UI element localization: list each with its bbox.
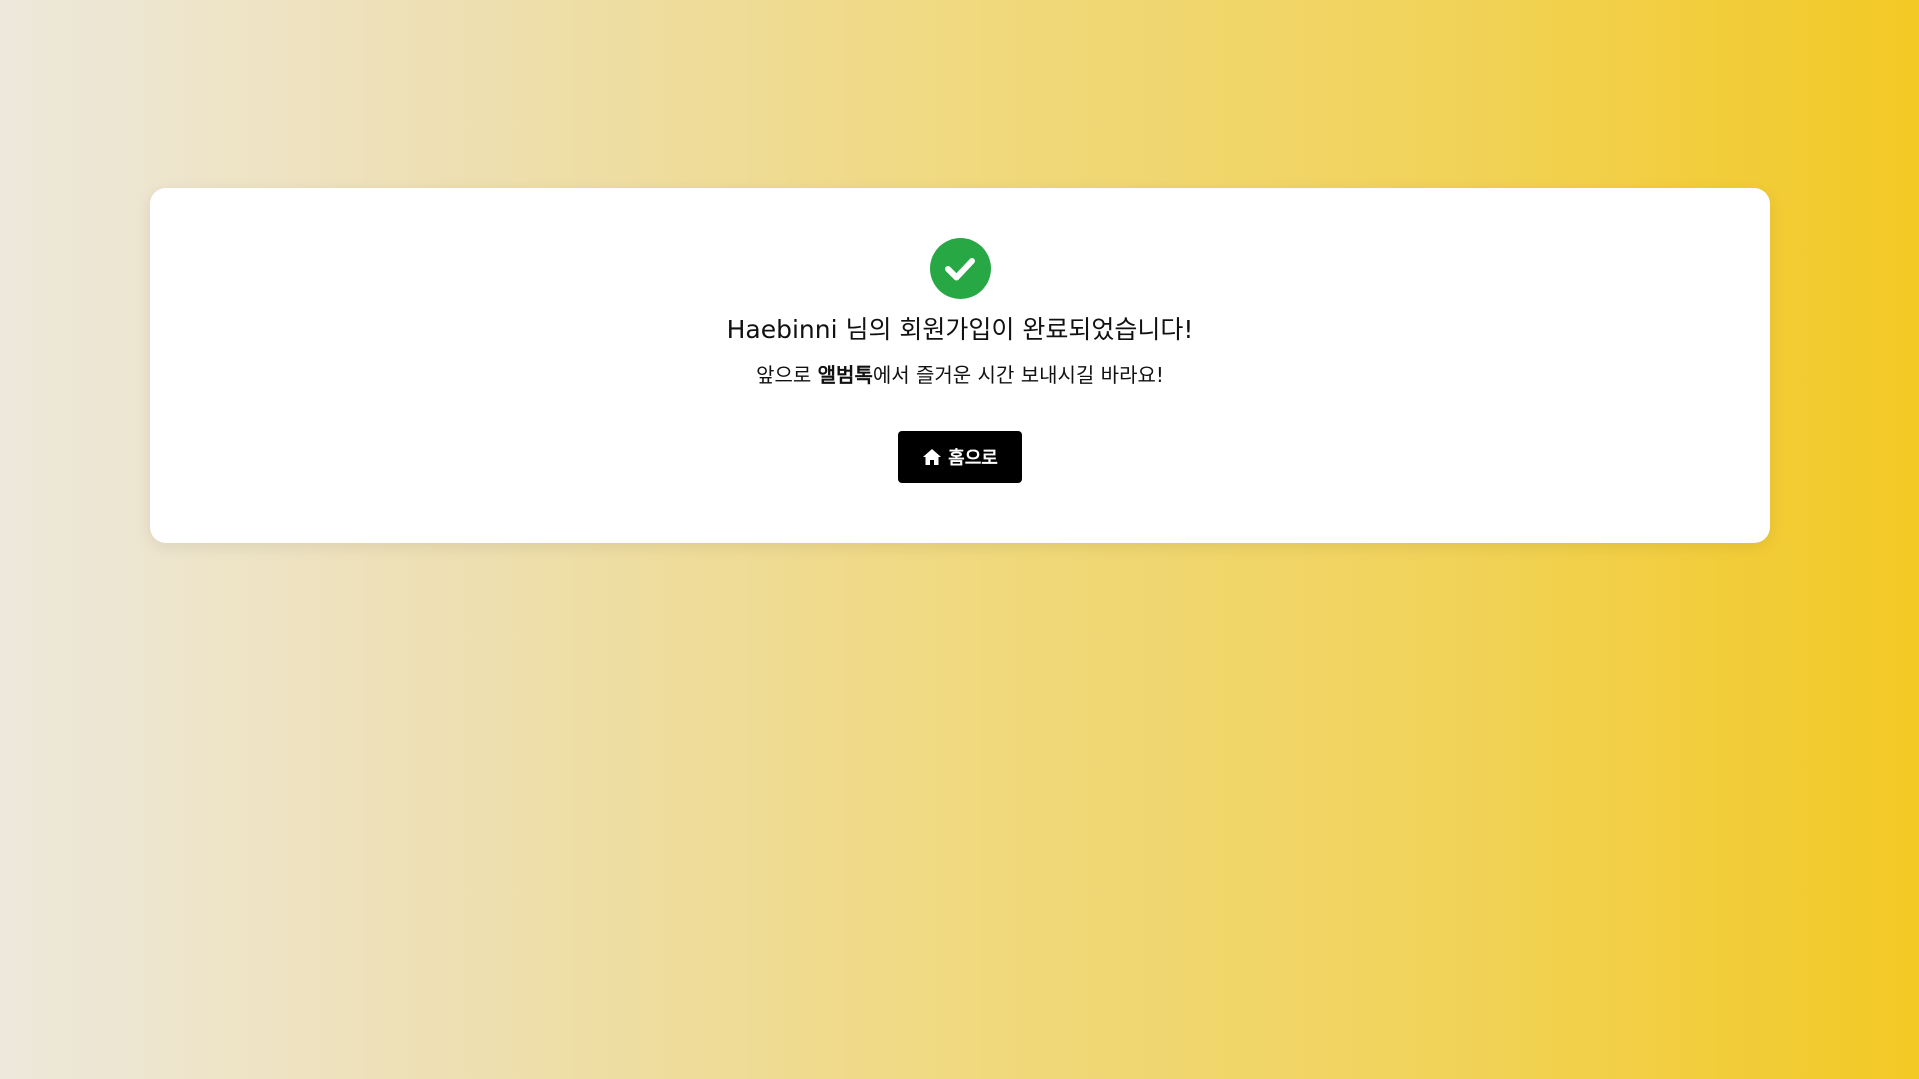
home-icon xyxy=(922,448,942,466)
welcome-message: 앞으로 앨범톡에서 즐거운 시간 보내시길 바라요! xyxy=(756,361,1164,389)
signup-complete-title: Haebinni 님의 회원가입이 완료되었습니다! xyxy=(726,315,1194,344)
signup-complete-card: Haebinni 님의 회원가입이 완료되었습니다! 앞으로 앨범톡에서 즐거운… xyxy=(150,188,1770,543)
check-circle-icon xyxy=(929,238,991,299)
home-button-label: 홈으로 xyxy=(948,448,998,469)
home-button[interactable]: 홈으로 xyxy=(898,431,1022,483)
welcome-message-suffix: 에서 즐거운 시간 보내시길 바라요! xyxy=(872,363,1164,387)
welcome-message-prefix: 앞으로 xyxy=(756,363,818,387)
brand-name: 앨범톡 xyxy=(817,363,873,387)
